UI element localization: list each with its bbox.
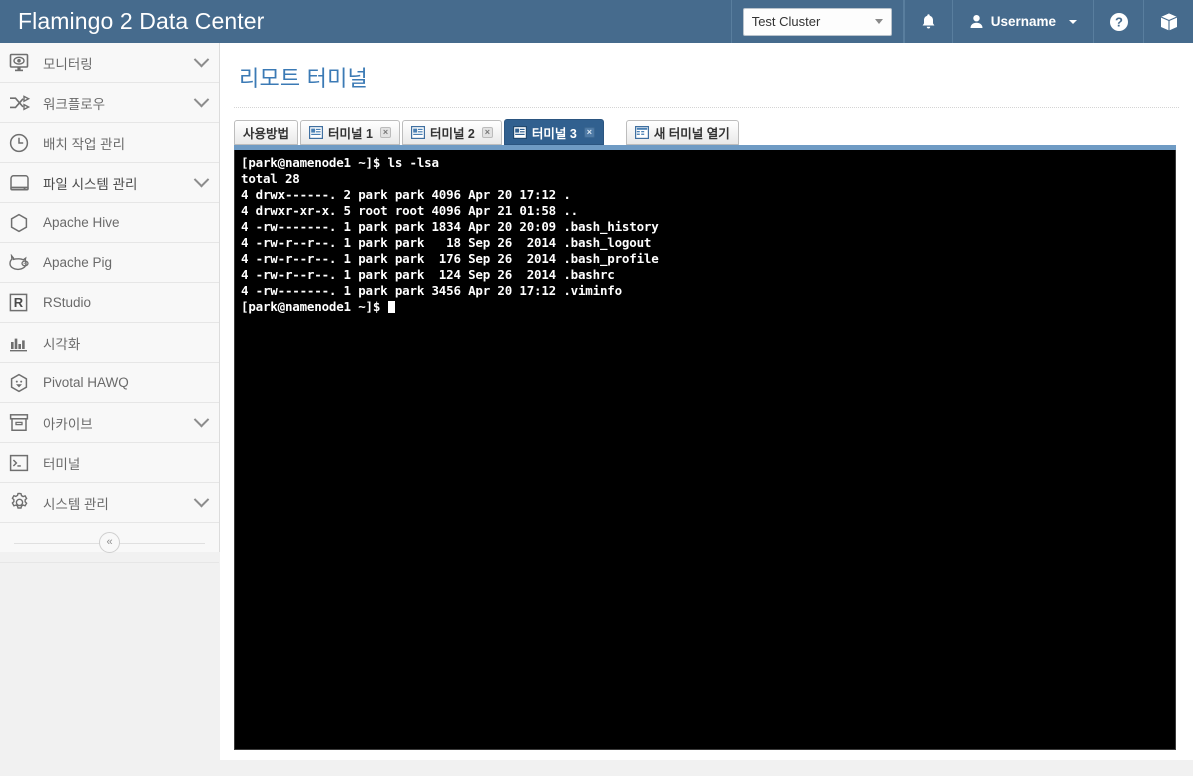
tab-new-terminal[interactable]: 새 터미널 열기 bbox=[625, 120, 739, 145]
terminal-line: total 28 bbox=[241, 171, 300, 186]
chevron-down-icon bbox=[874, 19, 883, 24]
svg-text:R: R bbox=[14, 295, 24, 310]
drive-icon bbox=[9, 174, 37, 191]
chevron-down-icon bbox=[1069, 19, 1077, 24]
title-divider bbox=[234, 107, 1179, 108]
tab-label: 사용방법 bbox=[243, 127, 290, 141]
tab-usage-guide[interactable]: 사용방법 bbox=[234, 120, 299, 145]
sidebar-item-workflow[interactable]: 워크플로우 bbox=[0, 83, 219, 123]
page-title: 리모트 터미널 bbox=[239, 66, 368, 91]
terminal-cursor bbox=[387, 301, 395, 313]
help-button[interactable]: ? bbox=[1093, 0, 1143, 43]
apps-button[interactable] bbox=[1143, 0, 1193, 43]
terminal-tab-icon bbox=[309, 126, 324, 139]
terminal-line: 4 -rw-r--r--. 1 park park 176 Sep 26 201… bbox=[241, 251, 659, 266]
monitor-eye-icon bbox=[9, 53, 37, 72]
sidebar-item-label: Pivotal HAWQ bbox=[43, 375, 129, 390]
sidebar-item-file-system[interactable]: 파일 시스템 관리 bbox=[0, 163, 219, 203]
close-icon[interactable]: × bbox=[583, 126, 595, 138]
app-header: Flamingo 2 Data Center Test Cluster User… bbox=[0, 0, 1193, 43]
sidebar-item-label: 시각화 bbox=[43, 336, 81, 352]
sidebar-item-archive[interactable]: 아카이브 bbox=[0, 403, 219, 443]
bar-chart-icon bbox=[9, 334, 37, 352]
sidebar-item-monitoring[interactable]: 모니터링 bbox=[0, 43, 219, 83]
r-square-icon: R bbox=[9, 293, 37, 312]
terminal-icon bbox=[9, 454, 37, 472]
terminal-prompt: [park@namenode1 ~]$ bbox=[241, 299, 388, 314]
sidebar-collapse-row: « bbox=[0, 523, 219, 563]
terminal-line: 4 -rw-------. 1 park park 3456 Apr 20 17… bbox=[241, 283, 622, 298]
sidebar-item-label: 아카이브 bbox=[43, 416, 93, 432]
terminal-line: 4 -rw-------. 1 park park 1834 Apr 20 20… bbox=[241, 219, 659, 234]
sidebar-item-label: Apache Pig bbox=[43, 255, 113, 270]
sidebar-item-label: Apache Hive bbox=[43, 215, 120, 230]
terminal-line: 4 -rw-r--r--. 1 park park 18 Sep 26 2014… bbox=[241, 235, 652, 250]
tab-label: 새 터미널 열기 bbox=[653, 127, 730, 141]
close-icon[interactable]: × bbox=[481, 127, 493, 138]
cluster-select[interactable]: Test Cluster bbox=[742, 7, 892, 36]
gear-icon bbox=[9, 492, 37, 513]
sidebar-item-apache-hive[interactable]: Apache Hive bbox=[0, 203, 219, 243]
sidebar-item-label: 워크플로우 bbox=[43, 96, 106, 112]
sidebar-item-system-admin[interactable]: 시스템 관리 bbox=[0, 483, 219, 523]
terminal-tab-bar: 사용방법 터미널 1 × 터미널 2 × 터미널 3 × 새 터미널 열기 bbox=[234, 119, 1193, 145]
chevron-down-icon bbox=[193, 171, 210, 188]
sidebar-item-label: 모니터링 bbox=[43, 56, 93, 72]
collapse-sidebar-icon[interactable]: « bbox=[99, 532, 120, 553]
tab-label: 터미널 1 bbox=[328, 127, 373, 141]
notifications-button[interactable] bbox=[903, 0, 952, 43]
tab-label: 터미널 3 bbox=[531, 126, 577, 141]
user-menu-label: Username bbox=[990, 14, 1056, 29]
svg-text:?: ? bbox=[1115, 14, 1123, 29]
sidebar-item-terminal[interactable]: 터미널 bbox=[0, 443, 219, 483]
pig-icon bbox=[9, 254, 37, 271]
sidebar-item-batch-jobs[interactable]: 배치 작업 관리 bbox=[0, 123, 219, 163]
tab-label: 터미널 2 bbox=[429, 127, 475, 141]
hawq-hexagon-icon bbox=[9, 373, 37, 393]
cluster-select-value: Test Cluster bbox=[751, 14, 821, 29]
workflow-icon bbox=[9, 94, 37, 111]
sidebar-item-label: 시스템 관리 bbox=[43, 496, 109, 512]
user-menu[interactable]: Username bbox=[951, 0, 1093, 43]
cube-icon bbox=[1160, 13, 1177, 30]
terminal-line: [park@namenode1 ~]$ ls -lsa bbox=[241, 155, 439, 170]
sidebar-item-label: 터미널 bbox=[43, 456, 81, 472]
chevron-down-icon bbox=[193, 51, 210, 68]
cluster-selector-cell: Test Cluster bbox=[730, 0, 904, 43]
sidebar-item-label: 배치 작업 관리 bbox=[43, 136, 126, 152]
close-icon[interactable]: × bbox=[379, 127, 391, 138]
sidebar: 모니터링 워크플로우 배치 작업 관리 파일 시스템 관리 Apache Hiv… bbox=[0, 43, 220, 563]
help-circle-icon: ? bbox=[1109, 12, 1128, 31]
terminal-prompt-line: [park@namenode1 ~]$ bbox=[241, 299, 1175, 315]
tab-terminal-1[interactable]: 터미널 1 × bbox=[300, 120, 400, 145]
chevron-down-icon bbox=[193, 491, 210, 508]
archive-box-icon bbox=[9, 413, 37, 432]
new-terminal-icon bbox=[634, 126, 649, 139]
chevron-down-icon bbox=[193, 91, 210, 108]
sidebar-item-label: RStudio bbox=[43, 295, 92, 310]
user-icon bbox=[970, 15, 983, 28]
sidebar-item-rstudio[interactable]: R RStudio bbox=[0, 283, 219, 323]
clock-icon bbox=[9, 133, 37, 153]
terminal-tab-icon bbox=[410, 126, 425, 139]
terminal-line: 4 -rw-r--r--. 1 park park 124 Sep 26 201… bbox=[241, 267, 615, 282]
terminal-output[interactable]: [park@namenode1 ~]$ ls -lsa total 28 4 d… bbox=[234, 150, 1176, 750]
terminal-line: 4 drwxr-xr-x. 5 root root 4096 Apr 21 01… bbox=[241, 203, 578, 218]
sidebar-item-visualization[interactable]: 시각화 bbox=[0, 323, 219, 363]
terminal-line: 4 drwx------. 2 park park 4096 Apr 20 17… bbox=[241, 187, 571, 202]
tab-terminal-3[interactable]: 터미널 3 × bbox=[503, 119, 604, 145]
sidebar-item-apache-pig[interactable]: Apache Pig bbox=[0, 243, 219, 283]
bell-icon bbox=[922, 13, 935, 28]
sidebar-item-pivotal-hawq[interactable]: Pivotal HAWQ bbox=[0, 363, 219, 403]
terminal-tab-icon bbox=[512, 125, 527, 139]
sidebar-item-label: 파일 시스템 관리 bbox=[43, 176, 138, 192]
app-brand-title: Flamingo 2 Data Center bbox=[18, 8, 265, 34]
main-content: 리모트 터미널 사용방법 터미널 1 × 터미널 2 × 터미널 3 × 새 터… bbox=[220, 43, 1193, 760]
hexagon-icon bbox=[9, 213, 37, 233]
chevron-down-icon bbox=[193, 411, 210, 428]
tab-terminal-2[interactable]: 터미널 2 × bbox=[401, 120, 502, 145]
